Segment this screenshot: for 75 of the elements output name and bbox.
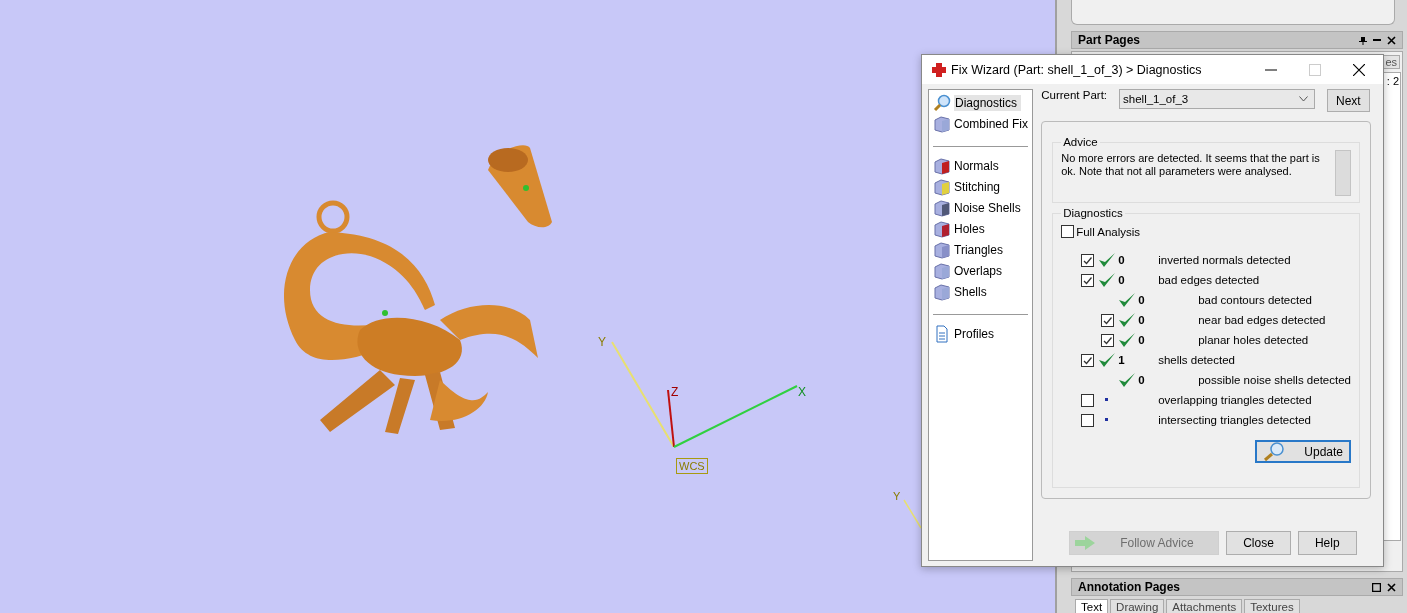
diagnostic-label: overlapping triangles detected: [1158, 394, 1312, 406]
part-dropdown[interactable]: shell_1_of_3: [1119, 89, 1316, 109]
checkbox[interactable]: [1081, 253, 1095, 267]
dialog-button[interactable]: Help: [1297, 531, 1357, 555]
diagnostic-label: intersecting triangles detected: [1158, 414, 1311, 426]
close-icon[interactable]: [1387, 582, 1396, 592]
axis-label: Z: [671, 386, 679, 398]
panel-title: Annotation Pages: [1078, 580, 1180, 594]
group-title: Advice: [1062, 136, 1099, 148]
magnifier-icon: [933, 93, 951, 112]
cube-icon: [933, 177, 951, 196]
cube-icon: [933, 156, 951, 175]
magnifier-icon: [1263, 441, 1285, 462]
tab[interactable]: Drawing: [1110, 599, 1165, 613]
group-title: Diagnostics: [1062, 207, 1124, 219]
maximize-icon[interactable]: [1372, 582, 1381, 592]
caret-icon: [1299, 96, 1309, 102]
cross-icon: [931, 61, 947, 78]
count-text: 0: [1118, 274, 1125, 286]
frame-label: WCS: [676, 458, 708, 474]
update-button[interactable]: Update: [1255, 440, 1351, 463]
tab[interactable]: Textures: [1244, 599, 1300, 613]
panel-title: Part Pages: [1078, 33, 1141, 47]
cube-icon: [933, 261, 951, 280]
count-text: 0: [1138, 374, 1145, 386]
document-icon: [933, 324, 951, 343]
checkbox[interactable]: [1101, 333, 1115, 347]
axis-label: X: [798, 386, 806, 398]
window-title: Fix Wizard (Part: shell_1_of_3) > Diagnostics: [951, 62, 1203, 77]
diagnostic-label: possible noise shells detected: [1197, 374, 1351, 386]
full-analysis-checkbox[interactable]: Full Analysis: [1061, 225, 1351, 238]
sidebar-item[interactable]: Overlaps: [933, 260, 1029, 281]
sidebar-item[interactable]: Normals: [933, 155, 1029, 176]
cube-icon: [933, 114, 951, 133]
page-text: : 2: [1386, 75, 1399, 89]
count-text: 1: [1118, 354, 1125, 366]
checkbox[interactable]: [1081, 413, 1095, 427]
diagnostic-label: shells detected: [1158, 354, 1235, 366]
diagnostic-label: planar holes detected: [1197, 334, 1309, 346]
diagnostic-label: inverted normals detected: [1158, 254, 1291, 266]
sidebar-item[interactable]: Shells: [933, 281, 1029, 302]
dialog-button[interactable]: Close: [1226, 531, 1291, 555]
sidebar-item[interactable]: Triangles: [933, 239, 1029, 260]
diagnostic-label: near bad edges detected: [1197, 314, 1326, 326]
close-icon[interactable]: [1387, 35, 1396, 45]
scrollbar[interactable]: [1335, 150, 1351, 196]
diagnostic-label: bad edges detected: [1158, 274, 1260, 286]
tab[interactable]: Attachments: [1166, 599, 1243, 613]
sidebar-item[interactable]: Holes: [933, 218, 1029, 239]
pin-icon[interactable]: [1359, 35, 1367, 45]
sidebar-item[interactable]: Noise Shells: [933, 197, 1029, 218]
cube-icon: [933, 240, 951, 259]
next-button[interactable]: Next: [1327, 89, 1370, 112]
close-icon[interactable]: [1353, 63, 1365, 76]
arrow-icon: [1074, 535, 1097, 551]
count-text: 0: [1138, 314, 1145, 326]
sidebar-item[interactable]: Combined Fix: [933, 113, 1029, 134]
diagnostic-label: bad contours detected: [1197, 294, 1312, 306]
count-text: 0: [1118, 254, 1125, 266]
checkbox[interactable]: [1081, 353, 1095, 367]
axis-label: Y: [893, 490, 901, 502]
checkbox[interactable]: [1101, 313, 1115, 327]
axis-label: Y: [598, 336, 606, 348]
advice-text: No more errors are detected. It seems that the part is ok. Note that not all parameters were analysed.: [1061, 152, 1321, 179]
cube-icon: [933, 219, 951, 238]
cube-icon: [933, 282, 951, 301]
tab[interactable]: Text: [1075, 599, 1109, 613]
sidebar-item[interactable]: Profiles: [933, 323, 1029, 344]
checkbox[interactable]: [1081, 273, 1095, 287]
sidebar-item[interactable]: Stitching: [933, 176, 1029, 197]
axis-line: [903, 499, 922, 529]
field-label: Current Part:: [1041, 89, 1108, 101]
checkbox[interactable]: [1081, 393, 1095, 407]
count-text: 0: [1138, 294, 1145, 306]
count-text: 0: [1138, 334, 1145, 346]
